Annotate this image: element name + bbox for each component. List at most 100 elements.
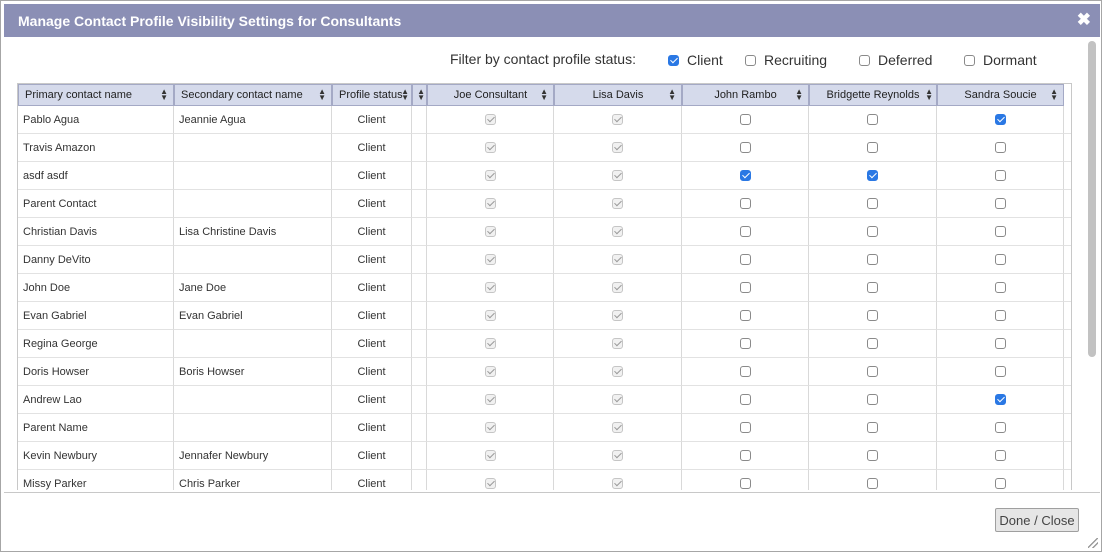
sort-icon[interactable]: ▲ ▼ bbox=[401, 88, 409, 102]
visibility-cell bbox=[809, 246, 937, 274]
column-header-secondary-contact[interactable]: Secondary contact name ▲ ▼ bbox=[174, 84, 332, 106]
filter-option-dormant[interactable]: Dormant bbox=[964, 50, 1037, 70]
sort-icon[interactable]: ▲ ▼ bbox=[540, 88, 548, 102]
footer-divider bbox=[4, 492, 1100, 493]
visibility-checkbox[interactable] bbox=[739, 394, 751, 406]
visibility-checkbox bbox=[612, 114, 623, 126]
visibility-checkbox[interactable] bbox=[994, 282, 1006, 294]
visibility-checkbox[interactable] bbox=[867, 226, 878, 238]
column-header-consultant[interactable]: Joe Consultant ▲ ▼ bbox=[427, 84, 554, 106]
row-filler-cell bbox=[1064, 106, 1071, 134]
visibility-checkbox[interactable] bbox=[739, 310, 751, 322]
profile-status-cell: Client bbox=[332, 302, 412, 330]
visibility-checkbox[interactable] bbox=[739, 142, 751, 154]
visibility-cell bbox=[682, 134, 809, 162]
column-header-consultant[interactable]: Bridgette Reynolds ▲ ▼ bbox=[809, 84, 937, 106]
visibility-checkbox[interactable] bbox=[994, 422, 1006, 434]
close-icon[interactable]: ✖ bbox=[1077, 10, 1091, 30]
visibility-cell bbox=[554, 330, 682, 358]
visibility-checkbox[interactable] bbox=[867, 366, 878, 378]
visibility-checkbox[interactable] bbox=[994, 394, 1006, 406]
column-header-consultant[interactable]: John Rambo ▲ ▼ bbox=[682, 84, 809, 106]
visibility-checkbox[interactable] bbox=[994, 254, 1006, 266]
visibility-checkbox[interactable] bbox=[739, 478, 751, 490]
primary-contact-cell: Parent Name bbox=[18, 414, 174, 442]
column-header-consultant[interactable]: Sandra Soucie ▲ ▼ bbox=[937, 84, 1064, 106]
visibility-checkbox[interactable] bbox=[994, 170, 1006, 182]
visibility-checkbox[interactable] bbox=[739, 198, 751, 210]
filter-checkbox[interactable] bbox=[668, 54, 679, 66]
visibility-checkbox[interactable] bbox=[867, 142, 878, 154]
primary-contact-cell: Danny DeVito bbox=[18, 246, 174, 274]
visibility-checkbox[interactable] bbox=[994, 310, 1006, 322]
primary-contact-cell: Christian Davis bbox=[18, 218, 174, 246]
visibility-checkbox[interactable] bbox=[867, 338, 878, 350]
done-close-button[interactable]: Done / Close bbox=[995, 508, 1079, 532]
sort-icon[interactable]: ▲ ▼ bbox=[1050, 88, 1058, 102]
visibility-checkbox[interactable] bbox=[739, 422, 751, 434]
sort-icon[interactable]: ▲ ▼ bbox=[795, 88, 803, 102]
visibility-checkbox[interactable] bbox=[867, 254, 878, 266]
visibility-cell bbox=[554, 442, 682, 470]
visibility-cell bbox=[427, 246, 554, 274]
visibility-checkbox[interactable] bbox=[867, 198, 878, 210]
visibility-checkbox[interactable] bbox=[994, 366, 1006, 378]
visibility-checkbox[interactable] bbox=[739, 170, 751, 182]
visibility-checkbox[interactable] bbox=[994, 226, 1006, 238]
filter-option-deferred[interactable]: Deferred bbox=[859, 50, 932, 70]
filter-checkbox[interactable] bbox=[859, 54, 870, 66]
visibility-checkbox[interactable] bbox=[994, 198, 1006, 210]
visibility-checkbox[interactable] bbox=[739, 450, 751, 462]
row-filler-cell bbox=[1064, 218, 1071, 246]
secondary-contact-cell bbox=[174, 162, 332, 190]
visibility-checkbox[interactable] bbox=[994, 478, 1006, 490]
visibility-checkbox[interactable] bbox=[994, 142, 1006, 154]
visibility-checkbox bbox=[484, 170, 496, 182]
filter-option-recruiting[interactable]: Recruiting bbox=[745, 50, 827, 70]
visibility-checkbox[interactable] bbox=[994, 338, 1006, 350]
visibility-cell bbox=[937, 330, 1064, 358]
visibility-checkbox[interactable] bbox=[867, 394, 878, 406]
column-header-profile-status[interactable]: Profile status ▲ ▼ bbox=[332, 84, 412, 106]
visibility-checkbox[interactable] bbox=[739, 366, 751, 378]
visibility-checkbox[interactable] bbox=[994, 450, 1006, 462]
visibility-checkbox[interactable] bbox=[867, 282, 878, 294]
column-header-primary-contact[interactable]: Primary contact name ▲ ▼ bbox=[18, 84, 174, 106]
visibility-checkbox[interactable] bbox=[739, 254, 751, 266]
filter-checkbox[interactable] bbox=[745, 54, 756, 66]
visibility-checkbox[interactable] bbox=[739, 282, 751, 294]
visibility-checkbox[interactable] bbox=[867, 114, 878, 126]
row-filler-cell bbox=[1064, 358, 1071, 386]
visibility-checkbox[interactable] bbox=[739, 114, 751, 126]
sort-icon[interactable]: ▲ ▼ bbox=[160, 88, 168, 102]
visibility-cell bbox=[809, 162, 937, 190]
sort-icon[interactable]: ▲ ▼ bbox=[925, 88, 933, 102]
visibility-checkbox[interactable] bbox=[994, 114, 1006, 126]
filter-option-client[interactable]: Client bbox=[668, 50, 723, 70]
table-row: Doris Howser Boris Howser Client bbox=[18, 358, 1071, 386]
visibility-cell bbox=[809, 218, 937, 246]
column-header-consultant[interactable]: Lisa Davis ▲ ▼ bbox=[554, 84, 682, 106]
resize-grip-icon[interactable] bbox=[1088, 538, 1098, 548]
visibility-cell bbox=[682, 106, 809, 134]
visibility-checkbox[interactable] bbox=[867, 478, 878, 490]
filter-checkbox[interactable] bbox=[964, 54, 975, 66]
visibility-checkbox bbox=[484, 226, 496, 238]
visibility-checkbox[interactable] bbox=[867, 450, 878, 462]
sort-icon[interactable]: ▲ ▼ bbox=[318, 88, 326, 102]
dialog-titlebar[interactable]: Manage Contact Profile Visibility Settin… bbox=[4, 4, 1100, 37]
visibility-checkbox[interactable] bbox=[739, 226, 751, 238]
row-filler-cell bbox=[1064, 162, 1071, 190]
visibility-checkbox[interactable] bbox=[739, 338, 751, 350]
sort-icon[interactable]: ▲ ▼ bbox=[417, 88, 425, 102]
visibility-cell bbox=[554, 218, 682, 246]
visibility-checkbox[interactable] bbox=[867, 310, 878, 322]
frozen-separator-cell bbox=[412, 134, 427, 162]
sort-icon[interactable]: ▲ ▼ bbox=[668, 88, 676, 102]
visibility-checkbox[interactable] bbox=[867, 422, 878, 434]
visibility-cell bbox=[427, 442, 554, 470]
vertical-scrollbar[interactable] bbox=[1088, 41, 1096, 357]
visibility-cell bbox=[682, 162, 809, 190]
visibility-checkbox[interactable] bbox=[867, 170, 878, 182]
visibility-checkbox bbox=[612, 254, 623, 266]
